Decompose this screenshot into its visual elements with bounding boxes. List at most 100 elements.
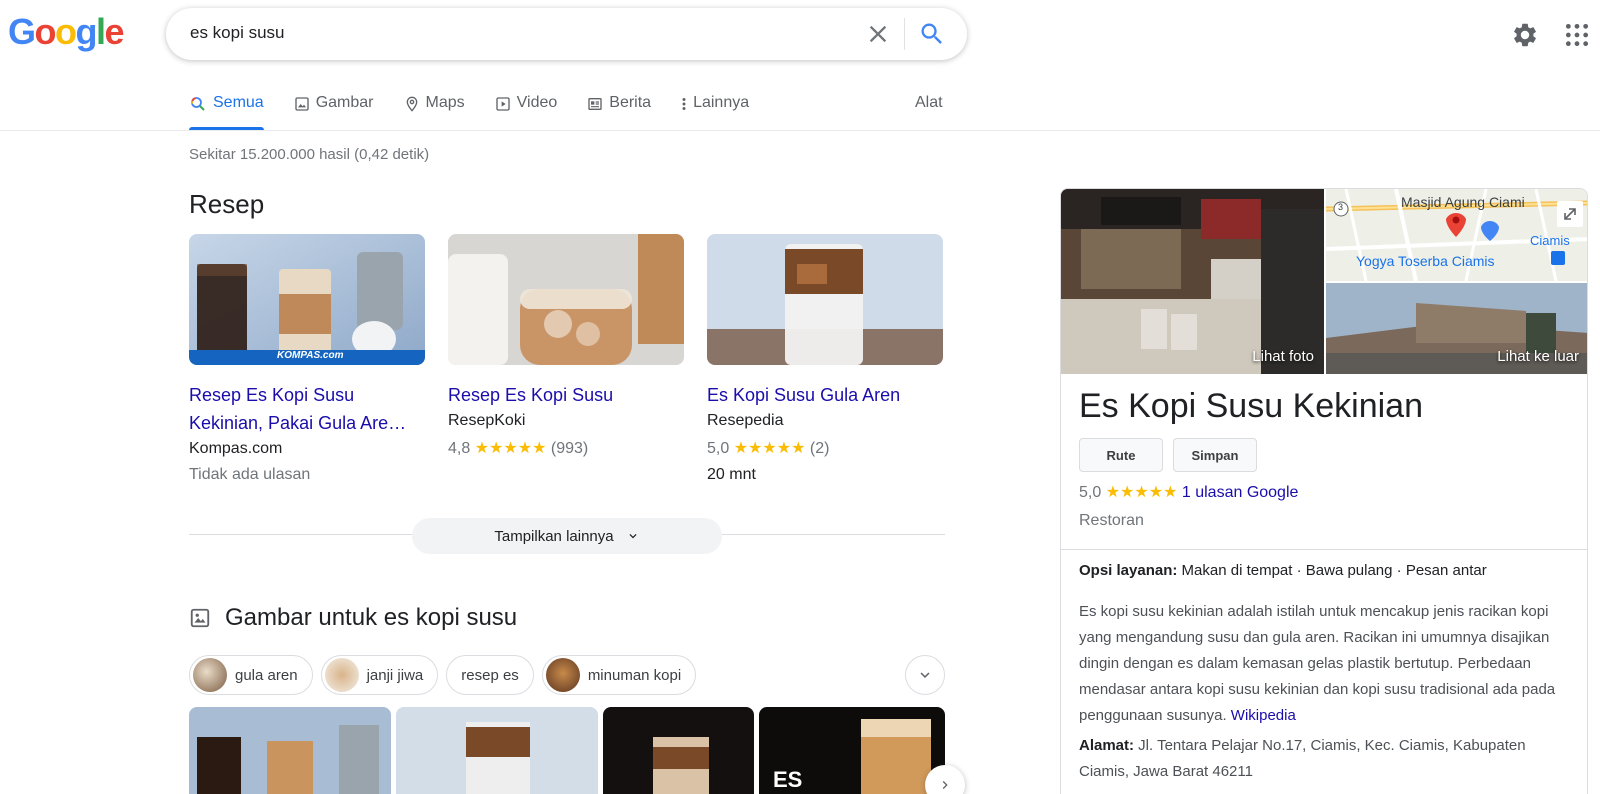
settings-gear-icon[interactable] [1511,21,1539,49]
chip-thumbnail [545,658,580,692]
map-label-mosque: Masjid Agung Ciami [1401,194,1525,210]
search-tabs: Semua Gambar Maps Video Berita Lainnya [189,94,779,130]
image-thumbnail[interactable] [603,707,754,794]
image-icon [295,97,309,111]
recipe-card[interactable]: Es Kopi Susu Gula Aren Resepedia 5,0 ★★★… [707,234,943,484]
recipe-source: ResepKoki [448,412,526,429]
tab-video[interactable]: Video [495,94,558,130]
tab-berita[interactable]: Berita [587,94,651,130]
image-thumbnail[interactable]: ES [759,707,945,794]
recipe-card[interactable]: KOMPAS.com Resep Es Kopi Susu Kekinian, … [189,234,425,484]
place-address: Alamat: Jl. Tentara Pelajar No.17, Ciami… [1079,733,1574,785]
recipes-heading: Resep [189,189,265,219]
news-icon [588,98,602,110]
images-next-button[interactable] [925,765,965,794]
rating-value: 5,0 [1079,484,1102,501]
recipe-source: Resepedia [707,412,784,429]
recipe-source: Kompas.com [189,440,283,457]
apps-grid-icon[interactable] [1564,22,1590,48]
wikipedia-link[interactable]: Wikipedia [1231,707,1296,724]
place-map[interactable]: 3 Masjid Agung Ciami Ciamis Yogya Toserb… [1326,189,1587,281]
service-value: Makan di tempat · Bawa pulang · Pesan an… [1177,562,1487,579]
tab-semua[interactable]: Semua [189,94,264,130]
show-more-label: Tampilkan lainnya [494,527,614,545]
more-vert-icon [682,98,686,110]
recipe-title[interactable]: Resep Es Kopi Susu Kekinian, Pakai Gula … [189,381,425,437]
stars-icon: ★★★★★ [733,440,806,457]
clear-icon[interactable] [864,20,892,48]
rating-count: (993) [550,440,589,457]
rating-count: (2) [809,440,830,457]
logo-letter: G [8,11,36,52]
tab-label: Gambar [315,94,374,111]
place-type: Restoran [1079,512,1144,529]
google-logo[interactable]: Google [8,11,125,52]
place-photo[interactable]: Lihat foto [1061,189,1324,374]
show-more-button[interactable]: Tampilkan lainnya [412,518,722,554]
stars-icon: ★★★★★ [1105,484,1178,501]
directions-button[interactable]: Rute [1079,438,1163,472]
recipe-reviews: Tidak ada ulasan [189,466,311,483]
recipe-image[interactable] [448,234,684,365]
recipe-title[interactable]: Es Kopi Susu Gula Aren [707,381,943,409]
tab-label: Maps [425,94,465,111]
chip-label: gula aren [235,666,298,684]
recipe-title[interactable]: Resep Es Kopi Susu [448,381,684,409]
map-pin-icon [406,96,417,112]
images-heading-text: Gambar untuk es kopi susu [225,604,518,631]
recipe-card[interactable]: Resep Es Kopi Susu ResepKoki 4,8 ★★★★★ (… [448,234,684,458]
see-outside-label: Lihat ke luar [1497,348,1579,365]
chevron-right-icon [942,781,948,789]
tab-label: Berita [609,94,652,111]
image-thumbnail[interactable] [189,707,391,794]
logo-letter: o [34,11,57,52]
recipe-image[interactable] [707,234,943,365]
tab-label: Video [516,94,558,111]
recipe-rating: 4,8 ★★★★★ (993) [448,438,684,458]
image-chip[interactable]: minuman kopi [541,655,697,695]
image-chip[interactable]: janji jiwa [320,655,439,695]
tab-gambar[interactable]: Gambar [294,94,374,130]
knowledge-panel: Lihat foto 3 Masjid Agung Ciami Ciamis Y… [1060,188,1588,794]
search-input[interactable]: es kopi susu [190,23,285,43]
chip-label: janji jiwa [366,666,424,684]
service-label: Opsi layanan: [1079,562,1178,579]
map-label-city: Ciamis [1530,233,1570,248]
panel-divider [1061,549,1587,550]
recipe-image[interactable]: KOMPAS.com [189,234,425,365]
save-button[interactable]: Simpan [1173,438,1257,472]
tools-button[interactable]: Alat [915,94,943,112]
stars-icon: ★★★★★ [474,440,547,457]
chip-label: minuman kopi [587,666,682,684]
search-icon [191,97,205,111]
logo-letter: g [75,11,98,52]
logo-letter: o [55,11,77,52]
chips-expand-button[interactable] [905,655,945,695]
image-icon [190,608,210,628]
search-icon[interactable] [918,20,946,48]
tab-lainnya[interactable]: Lainnya [681,94,749,130]
map-label-store: Yogya Toserba Ciamis [1356,253,1495,269]
recipe-duration: 20 mnt [707,466,756,483]
address-label: Alamat: [1079,737,1135,754]
image-chips: gula aren janji jiwa resep es minuman ko… [189,655,697,695]
tab-maps[interactable]: Maps [404,94,465,130]
place-rating: 5,0 ★★★★★ 1 ulasan Google [1079,482,1298,502]
kompas-badge: KOMPAS.com [277,350,344,361]
logo-letter: l [96,11,106,52]
chip-thumbnail [324,658,359,692]
image-thumbnail[interactable] [396,707,598,794]
street-view[interactable]: Lihat ke luar [1326,283,1587,374]
search-box[interactable]: es kopi susu [166,8,967,60]
place-title: Es Kopi Susu Kekinian [1079,387,1423,425]
tab-label: Semua [213,94,264,111]
see-photos-label: Lihat foto [1252,348,1314,365]
chip-thumbnail [193,658,227,692]
tab-label: Lainnya [693,94,750,111]
reviews-link[interactable]: 1 ulasan Google [1182,484,1299,501]
image-chip[interactable]: gula aren [189,655,313,695]
address-value: Jl. Tentara Pelajar No.17, Ciamis, Kec. … [1079,737,1526,780]
tabs-divider [0,130,1600,131]
service-options: Opsi layanan: Makan di tempat · Bawa pul… [1079,562,1487,579]
image-chip[interactable]: resep es [446,655,534,695]
